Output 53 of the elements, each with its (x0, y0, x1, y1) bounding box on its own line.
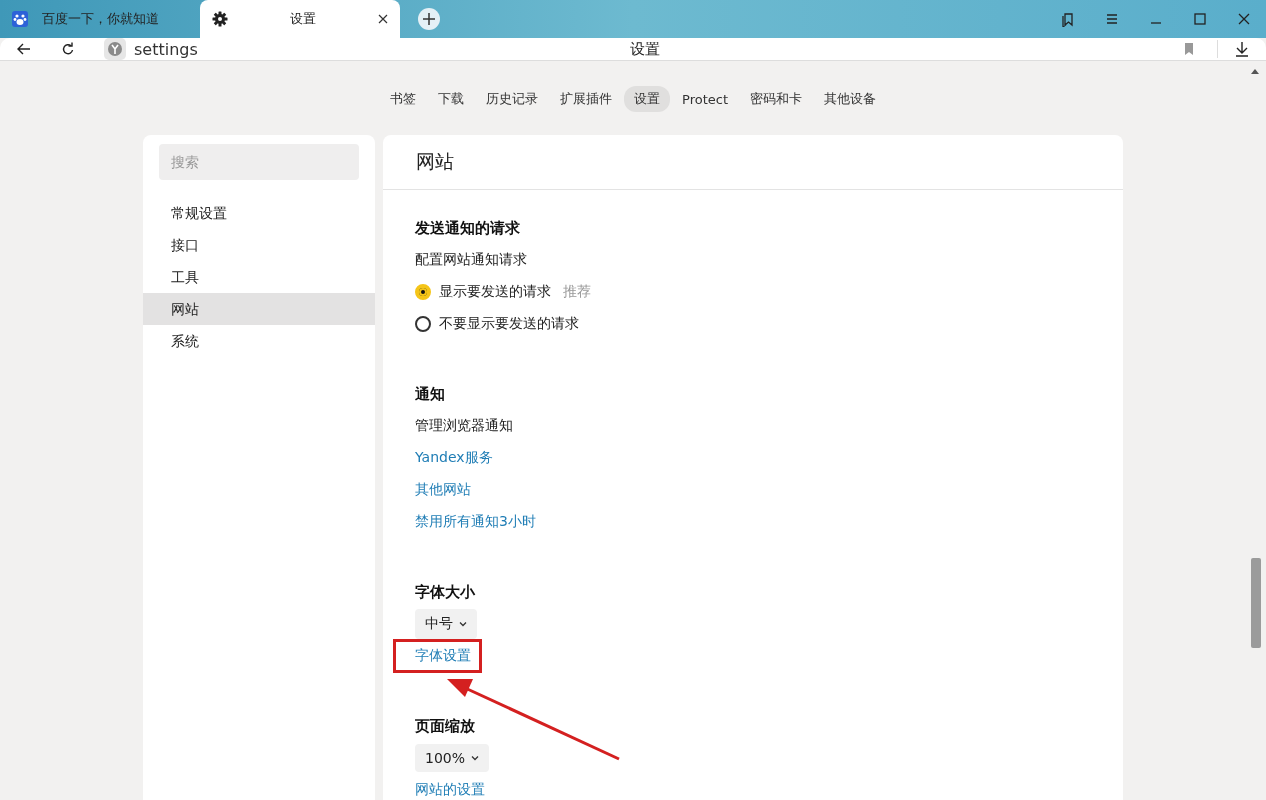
nav-tab[interactable]: 下载 (428, 86, 474, 112)
tab-title: 百度一下，你就知道 (42, 10, 160, 28)
nav-tab[interactable]: 扩展插件 (550, 86, 622, 112)
radio-button[interactable] (415, 316, 431, 332)
dropdown[interactable]: 100% (415, 744, 490, 772)
nav-tab[interactable]: Protect (672, 86, 738, 112)
sidebar-item[interactable]: 接口 (143, 229, 375, 261)
radio-label[interactable]: 显示要发送的请求 (439, 283, 551, 301)
setting-description: 配置网站通知请求 (415, 250, 528, 269)
setting-description: 管理浏览器通知 (415, 416, 514, 435)
nav-tab[interactable]: 书签 (380, 86, 426, 112)
nav-tab[interactable]: 其他设备 (814, 86, 886, 112)
bookmarks-icon[interactable] (1060, 11, 1076, 27)
scroll-up-icon[interactable] (1251, 68, 1259, 74)
tab-title: 设置 (289, 10, 317, 28)
gear-icon (212, 11, 228, 27)
setting-heading: 发送通知的请求 (415, 218, 521, 239)
setting-heading: 字体大小 (415, 582, 476, 603)
close-icon[interactable] (1236, 11, 1252, 27)
settings-link[interactable]: 网站的设置 (415, 781, 485, 797)
page-title: 设置 (630, 39, 660, 59)
maximize-icon[interactable] (1192, 11, 1208, 27)
caret-icon (459, 621, 467, 627)
back-icon[interactable] (16, 41, 32, 57)
setting-heading: 通知 (415, 384, 446, 405)
new-tab-icon[interactable] (418, 8, 440, 30)
sidebar-item[interactable]: 工具 (143, 261, 375, 293)
address-field[interactable]: settings (134, 39, 198, 59)
settings-link[interactable]: 字体设置 (393, 639, 482, 673)
browser-tab[interactable]: 百度一下，你就知道 (0, 0, 200, 38)
setting-heading: 页面缩放 (415, 716, 476, 737)
section-title: 网站 (416, 149, 454, 174)
paw-icon (12, 11, 28, 27)
nav-tab[interactable]: 历史记录 (476, 86, 548, 112)
recommended-label: 推荐 (563, 283, 591, 301)
caret-icon (471, 755, 480, 761)
close-icon[interactable] (378, 14, 388, 24)
sidebar-item[interactable]: 网站 (143, 293, 375, 325)
settings-link[interactable]: 其他网站 (415, 481, 471, 497)
settings-link[interactable]: 禁用所有通知3小时 (415, 513, 536, 529)
sidebar-item[interactable]: 系统 (143, 325, 375, 357)
nav-tab[interactable]: 设置 (624, 86, 670, 112)
reload-icon[interactable] (60, 41, 76, 57)
menu-icon[interactable] (1104, 11, 1120, 27)
settings-link[interactable]: Yandex服务 (415, 449, 493, 465)
download-icon[interactable] (1234, 41, 1250, 57)
nav-tab[interactable]: 密码和卡 (740, 86, 812, 112)
browser-tab[interactable]: 设置 (200, 0, 400, 38)
sidebar-item[interactable]: 常规设置 (143, 197, 375, 229)
dropdown[interactable]: 中号 (415, 609, 477, 639)
search-field[interactable]: 搜索 (159, 144, 359, 180)
scrollbar-thumb[interactable] (1251, 558, 1261, 648)
radio-label[interactable]: 不要显示要发送的请求 (439, 315, 579, 333)
